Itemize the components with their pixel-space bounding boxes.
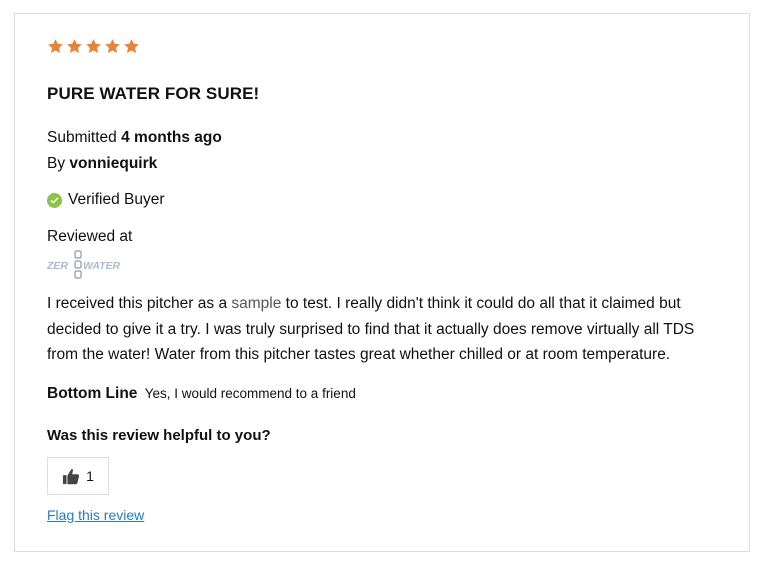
submitted-value: 4 months ago — [121, 129, 222, 146]
by-prefix: By — [47, 155, 66, 172]
submitted-date: Submitted 4 months ago — [47, 129, 222, 147]
star-icon — [124, 39, 139, 53]
logo-text-right: WATER — [83, 260, 121, 272]
review-card: PURE WATER FOR SURE! Submitted 4 months … — [14, 13, 750, 552]
author-name: vonniequirk — [69, 155, 158, 172]
review-body-part1: I received this pitcher as a — [47, 295, 232, 312]
thumbs-up-icon — [63, 468, 80, 484]
helpful-count: 1 — [86, 468, 94, 484]
star-icon — [48, 39, 63, 53]
review-body-sample: sample — [231, 295, 282, 312]
reviewed-at-label: Reviewed at — [47, 228, 133, 245]
star-icon — [105, 39, 120, 53]
star-icon — [86, 39, 101, 53]
bottom-line-value: Yes, I would recommend to a friend — [144, 386, 356, 401]
verified-buyer-badge: Verified Buyer — [47, 191, 165, 209]
zerowater-logo: ZER WATER — [47, 250, 121, 279]
check-circle-icon — [47, 192, 62, 208]
logo-text-left: ZER — [47, 260, 68, 272]
submitted-prefix: Submitted — [47, 129, 117, 146]
bottom-line: Bottom Line Yes, I would recommend to a … — [47, 385, 356, 403]
star-rating — [47, 38, 140, 55]
helpful-vote-button[interactable]: 1 — [47, 457, 109, 495]
verified-label: Verified Buyer — [68, 191, 165, 208]
review-title: PURE WATER FOR SURE! — [47, 84, 260, 103]
review-body: I received this pitcher as a sample to t… — [47, 291, 727, 368]
helpful-question: Was this review helpful to you? — [47, 427, 271, 444]
bottom-line-label: Bottom Line — [47, 385, 138, 402]
flag-review-link[interactable]: Flag this review — [47, 507, 144, 523]
star-icon — [67, 39, 82, 53]
review-author: By vonniequirk — [47, 155, 157, 173]
